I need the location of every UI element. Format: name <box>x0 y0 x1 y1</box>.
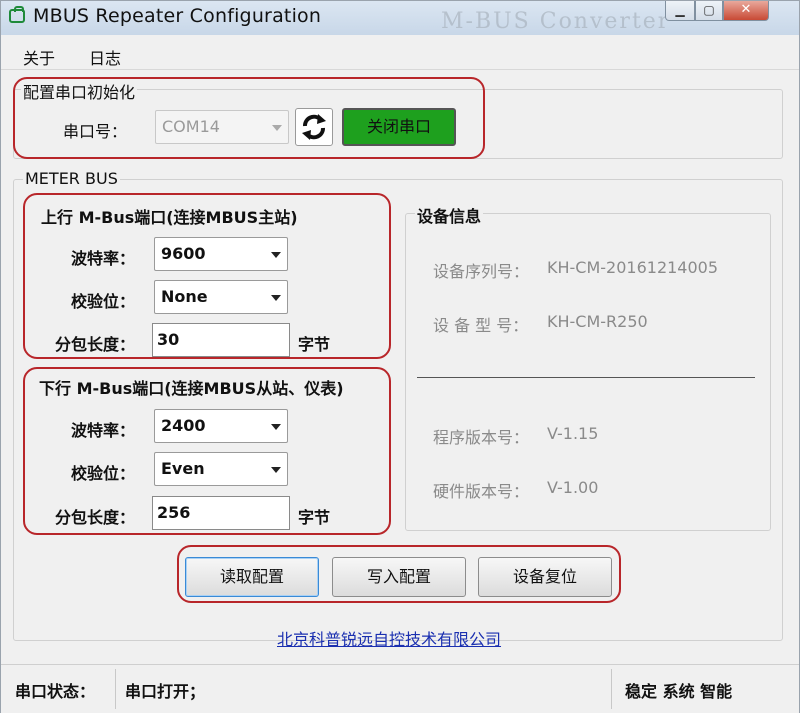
meterbus-group-label: METER BUS <box>23 169 120 188</box>
upstream-parity-value: None <box>161 287 208 306</box>
downstream-parity-label: 校验位： <box>71 464 136 483</box>
upstream-baud-value: 9600 <box>161 244 206 263</box>
upstream-packet-label: 分包长度： <box>55 335 136 354</box>
downstream-packet-input[interactable]: 256 <box>152 496 290 530</box>
close-window-button[interactable]: ✕ <box>723 1 769 21</box>
status-separator <box>611 669 612 709</box>
status-value: 串口打开； <box>125 682 206 701</box>
menu-about[interactable]: 关于 <box>23 45 55 69</box>
downstream-parity-select[interactable]: Even <box>154 452 288 486</box>
write-config-button[interactable]: 写入配置 <box>332 557 466 597</box>
upstream-parity-label: 校验位： <box>71 292 136 311</box>
close-icon: ✕ <box>740 2 752 17</box>
highlight-serial <box>13 77 485 159</box>
minimize-icon: ▁ <box>675 3 685 17</box>
chevron-down-icon <box>271 424 281 430</box>
hardware-label: 硬件版本号： <box>433 482 530 501</box>
upstream-parity-select[interactable]: None <box>154 280 288 314</box>
title-watermark: M-BUS Converter <box>441 9 671 34</box>
upstream-packet-input[interactable]: 30 <box>152 323 290 357</box>
upstream-baud-select[interactable]: 9600 <box>154 237 288 271</box>
device-info-title: 设备信息 <box>415 203 484 227</box>
menu-bar: 关于 日志 <box>1 41 799 70</box>
downstream-baud-label: 波特率： <box>71 421 136 440</box>
info-divider <box>417 377 755 378</box>
model-value: KH-CM-R250 <box>547 312 648 331</box>
upstream-title: 上行 M-Bus端口(连接MBUS主站) <box>41 208 298 227</box>
status-separator <box>115 669 116 709</box>
company-link[interactable]: 北京科普锐远自控技术有限公司 <box>277 626 501 650</box>
firmware-label: 程序版本号： <box>433 428 530 447</box>
maximize-button[interactable]: ▢ <box>695 1 723 21</box>
status-slogan: 稳定 系统 智能 <box>625 682 733 701</box>
chevron-down-icon <box>271 295 281 301</box>
model-label: 设 备 型 号： <box>433 316 529 335</box>
downstream-baud-value: 2400 <box>161 416 206 435</box>
serial-number-value: KH-CM-20161214005 <box>547 258 719 277</box>
upstream-packet-unit: 字节 <box>298 335 331 354</box>
read-config-button[interactable]: 读取配置 <box>185 557 319 597</box>
window-title: MBUS Repeater Configuration <box>33 5 322 27</box>
status-bar: 串口状态： 串口打开； 稳定 系统 智能 <box>1 664 799 713</box>
minimize-button[interactable]: ▁ <box>665 1 695 21</box>
downstream-packet-unit: 字节 <box>298 508 331 527</box>
app-icon <box>9 6 25 23</box>
status-label: 串口状态： <box>15 682 96 701</box>
title-bar[interactable]: MBUS Repeater Configuration M-BUS Conver… <box>1 1 799 35</box>
upstream-baud-label: 波特率： <box>71 249 136 268</box>
hardware-value: V-1.00 <box>547 478 599 497</box>
menu-log[interactable]: 日志 <box>89 45 121 69</box>
downstream-parity-value: Even <box>161 459 205 478</box>
upstream-packet-value: 30 <box>157 330 180 349</box>
downstream-baud-select[interactable]: 2400 <box>154 409 288 443</box>
downstream-title: 下行 M-Bus端口(连接MBUS从站、仪表) <box>39 379 344 398</box>
serial-number-label: 设备序列号： <box>433 262 530 281</box>
downstream-packet-label: 分包长度： <box>55 508 136 527</box>
chevron-down-icon <box>271 467 281 473</box>
chevron-down-icon <box>271 252 281 258</box>
app-window: MBUS Repeater Configuration M-BUS Conver… <box>0 0 800 713</box>
reset-device-button[interactable]: 设备复位 <box>478 557 612 597</box>
firmware-value: V-1.15 <box>547 424 599 443</box>
downstream-packet-value: 256 <box>157 503 191 522</box>
maximize-icon: ▢ <box>703 3 715 17</box>
